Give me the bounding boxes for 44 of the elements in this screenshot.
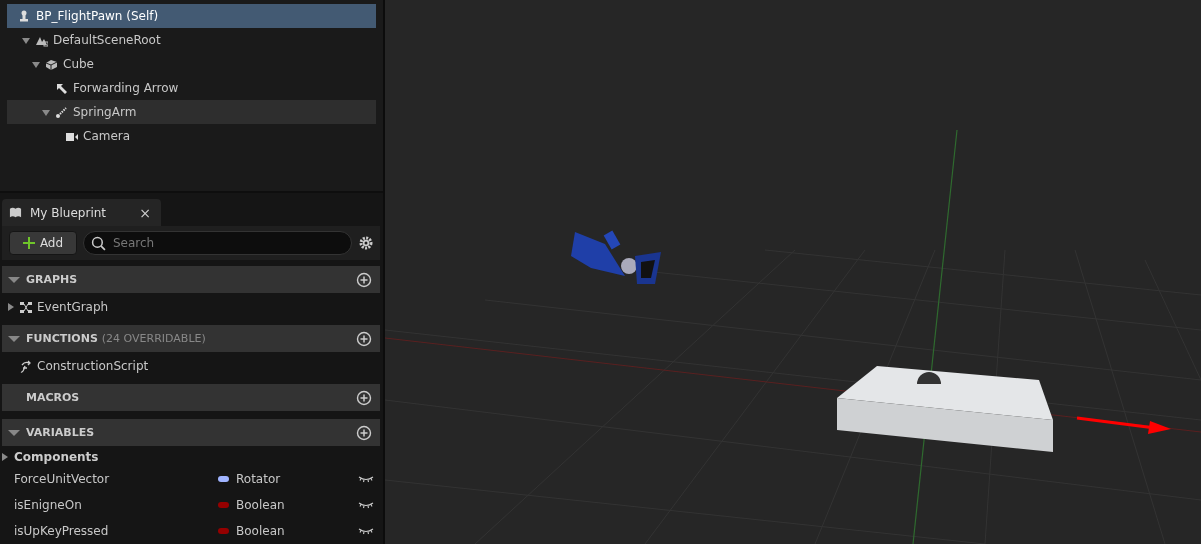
spring-icon — [55, 105, 68, 119]
book-icon — [9, 206, 22, 219]
search-field[interactable]: Search — [83, 231, 352, 255]
expand-arrow-icon[interactable] — [2, 453, 8, 461]
section-header[interactable]: VARIABLES — [2, 419, 380, 446]
collapse-arrow-icon — [8, 429, 20, 436]
section-header[interactable]: GRAPHS — [2, 266, 380, 293]
collapse-arrow-icon[interactable] — [22, 38, 30, 44]
tree-item[interactable]: Camera — [7, 124, 376, 148]
tree-item[interactable]: DefaultSceneRoot — [7, 28, 376, 52]
closed-eye-icon[interactable] — [358, 501, 374, 509]
pawn-icon — [18, 9, 31, 23]
closed-eye-icon[interactable] — [358, 527, 374, 535]
panel-tab[interactable]: My Blueprint × — [2, 199, 161, 226]
add-circle-icon[interactable] — [356, 389, 372, 406]
cube-icon — [45, 57, 58, 71]
add-button[interactable]: Add — [9, 231, 77, 255]
add-circle-icon[interactable] — [356, 271, 372, 288]
closed-eye-icon[interactable] — [358, 475, 374, 483]
collapse-arrow-icon[interactable] — [32, 62, 40, 68]
section-header[interactable]: FUNCTIONS (24 OVERRIDABLE) — [2, 325, 380, 352]
expand-arrow-icon[interactable] — [8, 303, 14, 311]
add-circle-icon[interactable] — [356, 424, 372, 441]
tree-item[interactable]: SpringArm — [7, 100, 376, 124]
variable-row[interactable]: isEnigneOn Boolean — [8, 492, 380, 518]
settings-icon[interactable] — [358, 235, 374, 251]
tree-item[interactable]: Forwarding Arrow — [7, 76, 376, 100]
section-header[interactable]: MACROS — [2, 384, 380, 411]
graph-icon — [19, 300, 32, 314]
tree-item[interactable]: BP_FlightPawn (Self) — [7, 4, 376, 28]
variable-row[interactable]: ForceUnitVector Rotator — [8, 466, 380, 492]
function-icon — [19, 359, 32, 373]
collapse-arrow-icon[interactable] — [42, 110, 50, 116]
add-circle-icon[interactable] — [356, 330, 372, 347]
blueprint-item[interactable]: ConstructionScript — [8, 354, 380, 378]
collapse-arrow-icon — [8, 276, 20, 283]
viewport-3d-scene[interactable] — [385, 0, 1201, 544]
blueprint-item[interactable]: EventGraph — [8, 295, 380, 319]
close-button[interactable]: × — [139, 204, 151, 221]
tree-item[interactable]: Cube — [7, 52, 376, 76]
collapse-arrow-icon — [8, 335, 20, 342]
category-row[interactable]: Components — [2, 448, 380, 466]
variable-row[interactable]: isUpKeyPressed Boolean — [8, 518, 380, 544]
arrow-icon — [55, 81, 68, 95]
